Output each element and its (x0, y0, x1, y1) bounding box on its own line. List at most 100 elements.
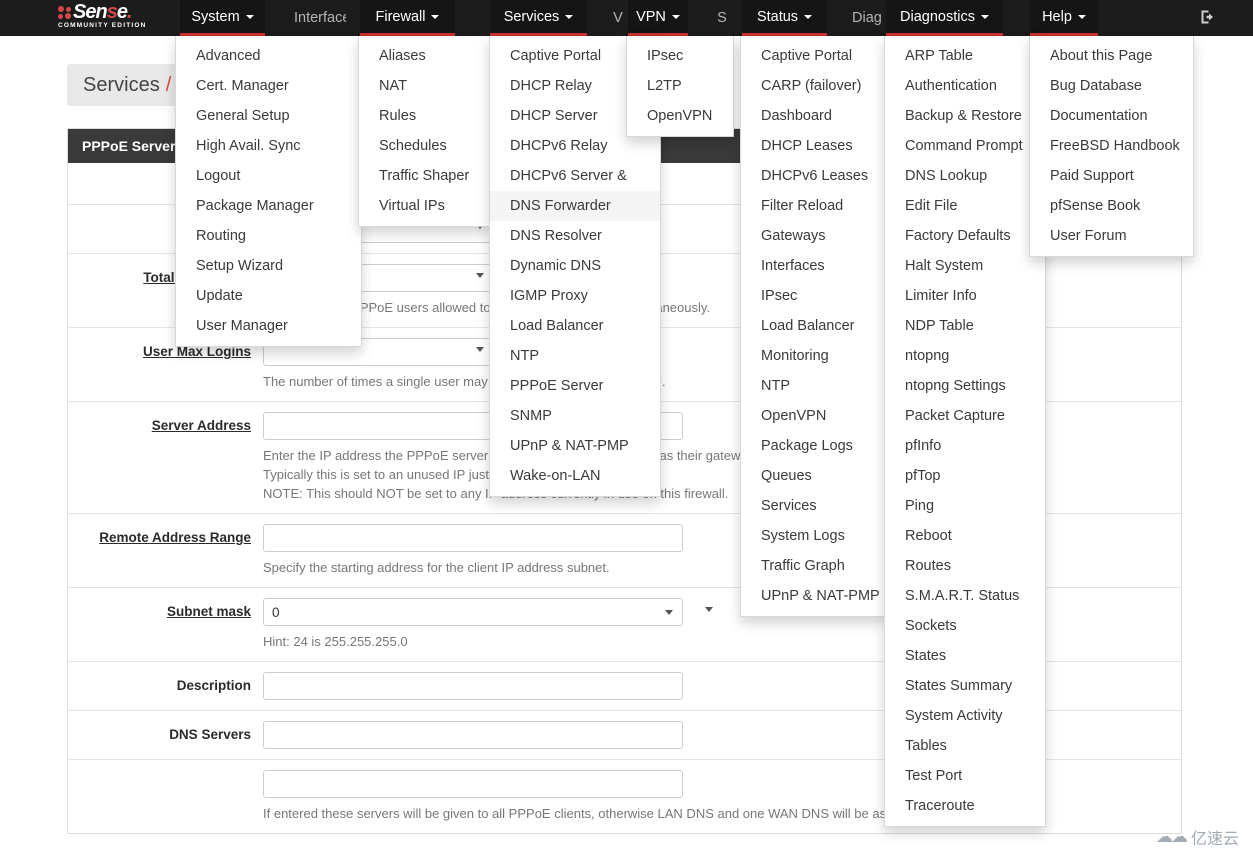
menu-item-diagnostics-21[interactable]: States Summary (885, 671, 1045, 701)
menu-item-status-10[interactable]: Monitoring (741, 341, 886, 371)
menu-item-services-6[interactable]: DNS Resolver (490, 221, 660, 251)
pfsense-logo[interactable]: Sense. COMMUNITY EDITION (58, 2, 166, 34)
menu-item-status-5[interactable]: Filter Reload (741, 191, 886, 221)
nav-item-status-truncated[interactable]: S (710, 0, 734, 36)
menu-item-status-12[interactable]: OpenVPN (741, 401, 886, 431)
menu-item-diagnostics-14[interactable]: pfTop (885, 461, 1045, 491)
menu-item-status-3[interactable]: DHCP Leases (741, 131, 886, 161)
dropdown-help[interactable]: About this Page Bug Database Documentation… (1029, 36, 1194, 257)
menu-item-diagnostics-18[interactable]: S.M.A.R.T. Status (885, 581, 1045, 611)
dropdown-firewall[interactable]: Aliases NAT Rules Schedules Traffic Shaper Vi… (358, 36, 493, 227)
menu-item-system-5[interactable]: Package Manager (176, 191, 361, 221)
remote-address-range-input[interactable] (263, 524, 683, 552)
menu-item-diagnostics-11[interactable]: ntopng Settings (885, 371, 1045, 401)
menu-item-status-2[interactable]: Dashboard (741, 101, 886, 131)
menu-item-system-7[interactable]: Setup Wizard (176, 251, 361, 281)
menu-item-diagnostics-8[interactable]: Limiter Info (885, 281, 1045, 311)
menu-item-services-12[interactable]: SNMP (490, 401, 660, 431)
nav-item-firewall[interactable]: Firewall (360, 0, 455, 36)
menu-item-help-2[interactable]: Documentation (1030, 101, 1193, 131)
menu-item-status-15[interactable]: Services (741, 491, 886, 521)
menu-item-status-1[interactable]: CARP (failover) (741, 71, 886, 101)
nav-item-vpn-truncated[interactable]: V (606, 0, 630, 36)
menu-item-firewall-0[interactable]: Aliases (359, 41, 492, 71)
description-input[interactable] (263, 672, 683, 700)
menu-item-system-1[interactable]: Cert. Manager (176, 71, 361, 101)
menu-item-status-8[interactable]: IPsec (741, 281, 886, 311)
menu-item-diagnostics-10[interactable]: ntopng (885, 341, 1045, 371)
menu-item-diagnostics-12[interactable]: Packet Capture (885, 401, 1045, 431)
nav-item-system[interactable]: System (180, 0, 265, 36)
nav-item-diagnostics-truncated[interactable]: Diag (840, 0, 886, 36)
menu-item-vpn-2[interactable]: OpenVPN (627, 101, 733, 131)
menu-item-diagnostics-15[interactable]: Ping (885, 491, 1045, 521)
menu-item-services-9[interactable]: Load Balancer (490, 311, 660, 341)
menu-item-services-4[interactable]: DHCPv6 Server & (490, 161, 660, 191)
dropdown-status[interactable]: Captive Portal CARP (failover) Dashboard DH… (740, 36, 887, 617)
subnet-mask-input[interactable] (263, 598, 683, 626)
nav-item-interfaces[interactable]: Interfaces (282, 0, 346, 36)
dns-servers-input-1[interactable] (263, 721, 683, 749)
menu-item-vpn-1[interactable]: L2TP (627, 71, 733, 101)
menu-item-system-0[interactable]: Advanced (176, 41, 361, 71)
dropdown-diagnostics[interactable]: ARP Table Authentication Backup & Restore C… (884, 36, 1046, 827)
menu-item-status-11[interactable]: NTP (741, 371, 886, 401)
nav-item-status[interactable]: Status (742, 0, 827, 36)
menu-item-system-2[interactable]: General Setup (176, 101, 361, 131)
menu-item-status-0[interactable]: Captive Portal (741, 41, 886, 71)
menu-item-services-5[interactable]: DNS Forwarder (490, 191, 660, 221)
menu-item-status-13[interactable]: Package Logs (741, 431, 886, 461)
menu-item-diagnostics-6[interactable]: Factory Defaults (885, 221, 1045, 251)
menu-item-status-6[interactable]: Gateways (741, 221, 886, 251)
menu-item-services-13[interactable]: UPnP & NAT-PMP (490, 431, 660, 461)
menu-item-firewall-5[interactable]: Virtual IPs (359, 191, 492, 221)
menu-item-firewall-3[interactable]: Schedules (359, 131, 492, 161)
menu-item-diagnostics-9[interactable]: NDP Table (885, 311, 1045, 341)
nav-item-services[interactable]: Services (490, 0, 587, 36)
menu-item-services-14[interactable]: Wake-on-LAN (490, 461, 660, 491)
dropdown-vpn[interactable]: IPsec L2TP OpenVPN (626, 36, 734, 137)
menu-item-diagnostics-3[interactable]: Command Prompt (885, 131, 1045, 161)
menu-item-system-8[interactable]: Update (176, 281, 361, 311)
menu-item-diagnostics-25[interactable]: Traceroute (885, 791, 1045, 821)
menu-item-status-18[interactable]: UPnP & NAT-PMP (741, 581, 886, 611)
menu-item-help-6[interactable]: User Forum (1030, 221, 1193, 251)
menu-item-diagnostics-1[interactable]: Authentication (885, 71, 1045, 101)
menu-item-status-7[interactable]: Interfaces (741, 251, 886, 281)
menu-item-diagnostics-7[interactable]: Halt System (885, 251, 1045, 281)
menu-item-help-5[interactable]: pfSense Book (1030, 191, 1193, 221)
chevron-down-icon[interactable] (705, 607, 714, 612)
menu-item-firewall-1[interactable]: NAT (359, 71, 492, 101)
dns-servers-input-2[interactable] (263, 770, 683, 798)
menu-item-diagnostics-24[interactable]: Test Port (885, 761, 1045, 791)
menu-item-firewall-2[interactable]: Rules (359, 101, 492, 131)
nav-item-vpn[interactable]: VPN (628, 0, 688, 36)
menu-item-firewall-4[interactable]: Traffic Shaper (359, 161, 492, 191)
menu-item-system-9[interactable]: User Manager (176, 311, 361, 341)
menu-item-services-11[interactable]: PPPoE Server (490, 371, 660, 401)
menu-item-diagnostics-20[interactable]: States (885, 641, 1045, 671)
menu-item-system-6[interactable]: Routing (176, 221, 361, 251)
dropdown-system[interactable]: Advanced Cert. Manager General Setup High A… (175, 36, 362, 347)
menu-item-system-3[interactable]: High Avail. Sync (176, 131, 361, 161)
menu-item-diagnostics-13[interactable]: pfInfo (885, 431, 1045, 461)
menu-item-services-10[interactable]: NTP (490, 341, 660, 371)
breadcrumb-root[interactable]: Services (83, 74, 160, 97)
menu-item-help-3[interactable]: FreeBSD Handbook (1030, 131, 1193, 161)
menu-item-status-14[interactable]: Queues (741, 461, 886, 491)
menu-item-help-1[interactable]: Bug Database (1030, 71, 1193, 101)
menu-item-services-7[interactable]: Dynamic DNS (490, 251, 660, 281)
menu-item-diagnostics-0[interactable]: ARP Table (885, 41, 1045, 71)
menu-item-diagnostics-22[interactable]: System Activity (885, 701, 1045, 731)
menu-item-diagnostics-17[interactable]: Routes (885, 551, 1045, 581)
menu-item-system-4[interactable]: Logout (176, 161, 361, 191)
menu-item-status-9[interactable]: Load Balancer (741, 311, 886, 341)
menu-item-status-16[interactable]: System Logs (741, 521, 886, 551)
menu-item-status-4[interactable]: DHCPv6 Leases (741, 161, 886, 191)
menu-item-diagnostics-16[interactable]: Reboot (885, 521, 1045, 551)
logout-icon[interactable] (1199, 8, 1217, 31)
menu-item-help-4[interactable]: Paid Support (1030, 161, 1193, 191)
nav-item-help[interactable]: Help (1030, 0, 1098, 36)
menu-item-help-0[interactable]: About this Page (1030, 41, 1193, 71)
menu-item-diagnostics-19[interactable]: Sockets (885, 611, 1045, 641)
